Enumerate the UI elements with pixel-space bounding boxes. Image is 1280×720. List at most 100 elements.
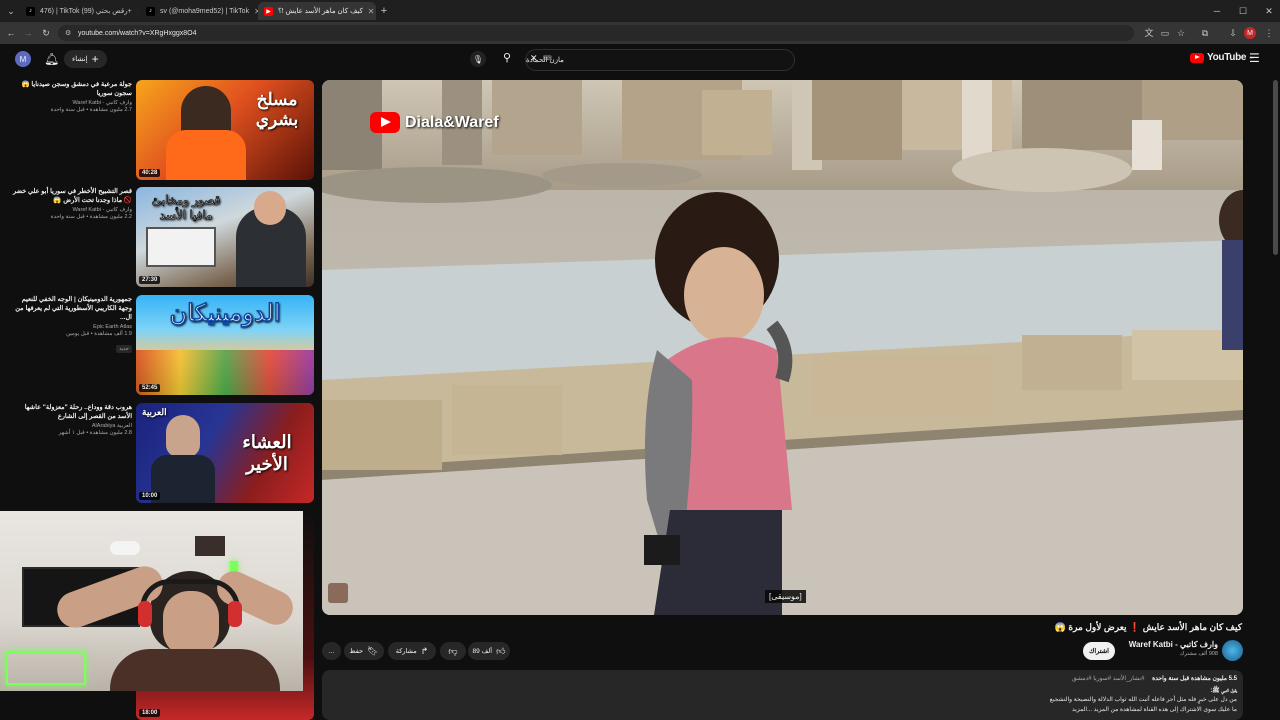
save-button[interactable]: حفظ 🔖︎ xyxy=(344,642,384,660)
video-title[interactable]: جمهورية الدومينيكان | الوجه الخفي للنعيم… xyxy=(12,295,132,322)
thumbs-up-icon: 👍︎ xyxy=(496,645,506,656)
video-title[interactable]: جولة مرعبة في دمشق وسجن صيدنايا 😱 سجون س… xyxy=(12,80,132,98)
duration-badge: 18:00 xyxy=(139,709,161,717)
video-player[interactable]: Diala&Waref [موسيقى] xyxy=(322,80,1243,615)
channel-info: وارف كاتبي - Waref Katbi 908 ألف مشترك xyxy=(1118,640,1218,657)
address-bar[interactable]: ⚙ youtube.com/watch?v=XRgHxggx8O4 xyxy=(58,25,1134,41)
browser-menu-icon[interactable]: ⋮ xyxy=(1262,22,1276,44)
tab-label: كيف كان ماهر الأسد عايش !؟ xyxy=(278,8,363,15)
share-button[interactable]: مشاركة ↱ xyxy=(388,642,436,660)
channel-name[interactable]: Epic Earth Atlas xyxy=(12,324,132,330)
account-avatar[interactable]: M xyxy=(15,51,31,67)
video-frame xyxy=(322,80,1243,615)
search-input[interactable]: مازن الحمادة xyxy=(525,49,795,71)
video-thumbnail[interactable]: مسلخ بشري 40:28 xyxy=(136,80,314,180)
subscriber-count: 908 ألف مشترك xyxy=(1179,651,1218,657)
reload-icon[interactable]: ↻ xyxy=(39,22,53,44)
page-scrollbar[interactable] xyxy=(1273,80,1278,255)
youtube-logo[interactable]: YouTube SY xyxy=(1190,52,1254,63)
tab-youtube[interactable]: ▶ كيف كان ماهر الأسد عايش !؟ ✕ xyxy=(258,2,376,20)
tab-tiktok-2[interactable]: ♪ sv (@moha9med52) | TikTok ✕ xyxy=(140,2,258,20)
channel-name[interactable]: وارف كاتبي - Waref Katbi xyxy=(12,207,132,213)
browser-toolbar: ← → ↻ ⚙ youtube.com/watch?v=XRgHxggx8O4 … xyxy=(0,22,1280,44)
keyboard-icon[interactable]: ⌨ xyxy=(543,55,552,62)
url-text: youtube.com/watch?v=XRgHxggx8O4 xyxy=(78,29,197,37)
webcam-overlay xyxy=(0,511,303,691)
search-icon[interactable]: ⚲ xyxy=(503,51,511,64)
new-badge: جديد xyxy=(116,345,132,353)
description-stats-row: 5.5 مليون مشاهدة قبل سنة واحدة #بشار_الأ… xyxy=(1072,675,1237,682)
tab-tiktok-1[interactable]: ♪ 476) | TikTok (رقص بحتي (99+ ✕ xyxy=(20,2,138,20)
view-count: 2.7 مليون مشاهدة • قبل سنة واحدة xyxy=(50,107,132,113)
share-icon: ↱ xyxy=(420,645,429,656)
thumbnail-text: قصور ومخابئ مافيا الأسد xyxy=(151,193,221,222)
video-meta: جولة مرعبة في دمشق وسجن صيدنايا 😱 سجون س… xyxy=(12,80,132,113)
dislike-button[interactable]: 👎︎ xyxy=(440,642,466,660)
channel-name[interactable]: وارف كاتبي - Waref Katbi xyxy=(1118,640,1218,649)
window-close-icon[interactable]: ✕ xyxy=(1262,0,1276,22)
duration-badge: 40:28 xyxy=(139,169,161,177)
description-box[interactable]: 5.5 مليون مشاهدة قبل سنة واحدة #بشار_الأ… xyxy=(322,670,1243,720)
create-label: إنشاء xyxy=(72,56,88,63)
video-thumbnail[interactable]: الدومينيكان 52:45 xyxy=(136,295,314,395)
thumbs-down-icon: 👎︎ xyxy=(448,645,458,656)
youtube-icon: ▶ xyxy=(264,6,273,16)
profile-avatar[interactable]: M xyxy=(1244,27,1256,39)
bookmark-icon: 🔖︎ xyxy=(367,645,379,656)
tab-search-icon[interactable]: ⌄ xyxy=(4,0,18,22)
duration-badge: 27:30 xyxy=(139,276,161,284)
forward-icon[interactable]: → xyxy=(21,22,35,44)
description-line[interactable]: ما عليك سوى الاشتراك إلى هذه القناة لمشا… xyxy=(1072,706,1237,713)
cast-icon[interactable]: ▭ xyxy=(1158,22,1172,44)
hamburger-menu-icon[interactable]: ☰ xyxy=(1249,51,1260,65)
recommendation-item[interactable]: مسلخ بشري 40:28 جولة مرعبة في دمشق وسجن … xyxy=(0,80,318,180)
video-meta: جمهورية الدومينيكان | الوجه الخفي للنعيم… xyxy=(12,295,132,355)
maximize-icon[interactable]: ☐ xyxy=(1236,0,1250,22)
new-tab-button[interactable]: + xyxy=(377,0,391,22)
video-title[interactable]: هروب دقة ووداع.. رحلة "معزولة" عاشها الأ… xyxy=(12,403,132,421)
tiktok-icon: ♪ xyxy=(26,6,35,16)
clear-search-icon[interactable]: ✕ xyxy=(530,53,538,64)
microphone-icon[interactable]: 🎙︎ xyxy=(470,51,486,67)
extensions-icon[interactable]: ⧉ xyxy=(1198,22,1212,44)
channel-avatar[interactable] xyxy=(1222,640,1243,661)
share-label: مشاركة xyxy=(395,648,417,655)
bookmark-star-icon[interactable]: ☆ xyxy=(1174,22,1188,44)
channel-name[interactable]: العربية AlArabiya xyxy=(12,423,132,429)
view-count: 1.9 ألف مشاهدة • قبل يومين xyxy=(66,331,132,337)
translate-icon[interactable]: 文 xyxy=(1142,22,1156,44)
subscribe-button[interactable]: اشتراك xyxy=(1083,642,1115,660)
channel-watermark: Diala&Waref xyxy=(370,112,499,133)
video-title[interactable]: قصر التشبيح الأخطر في سوريا أبو علي خضر … xyxy=(12,187,132,205)
like-count: 89 ألف xyxy=(472,648,493,655)
channel-branding-icon[interactable] xyxy=(328,583,348,603)
view-count: 2.8 مليون مشاهدة • قبل ١ أشهر xyxy=(58,430,132,436)
downloads-icon[interactable]: ⇩ xyxy=(1226,22,1240,44)
logo-text: YouTube xyxy=(1207,52,1247,63)
watermark-text: Diala&Waref xyxy=(405,113,499,131)
tiktok-icon: ♪ xyxy=(146,6,155,16)
notifications-icon[interactable]: 🔔︎ xyxy=(44,52,59,66)
view-count: 2.2 مليون مشاهدة • قبل سنة واحدة xyxy=(50,214,132,220)
video-thumbnail[interactable]: العربية العشاء الأخير 10:00 xyxy=(136,403,314,503)
view-stats: 5.5 مليون مشاهدة قبل سنة واحدة xyxy=(1152,676,1237,682)
video-meta: هروب دقة ووداع.. رحلة "معزولة" عاشها الأ… xyxy=(12,403,132,436)
recommendation-item[interactable]: العربية العشاء الأخير 10:00 هروب دقة وود… xyxy=(0,403,318,503)
save-label: حفظ xyxy=(349,648,364,655)
site-info-icon[interactable]: ⚙ xyxy=(65,29,71,37)
alarabiya-logo: العربية xyxy=(142,407,167,417)
like-button[interactable]: 89 ألف 👍︎ xyxy=(468,642,510,660)
description-line: يقول النبي ﷺ: xyxy=(1210,688,1237,694)
back-icon[interactable]: ← xyxy=(4,22,18,44)
recommendation-item[interactable]: قصور ومخابئ مافيا الأسد 27:30 قصر التشبي… xyxy=(0,187,318,287)
minimize-icon[interactable]: ─ xyxy=(1210,0,1224,22)
close-icon[interactable]: ✕ xyxy=(137,7,138,16)
tab-label: 476) | TikTok (رقص بحتي (99+ xyxy=(40,8,132,15)
create-button[interactable]: إنشاء + xyxy=(64,50,107,68)
channel-name[interactable]: وارف كاتبي - Waref Katbi xyxy=(12,100,132,106)
close-icon[interactable]: ✕ xyxy=(368,7,375,16)
hashtags[interactable]: #بشار_الأسد #سوريا #دمشق xyxy=(1072,676,1144,682)
recommendation-item[interactable]: الدومينيكان 52:45 جمهورية الدومينيكان | … xyxy=(0,295,318,395)
video-thumbnail[interactable]: قصور ومخابئ مافيا الأسد 27:30 xyxy=(136,187,314,287)
more-actions-button[interactable]: … xyxy=(322,642,341,660)
